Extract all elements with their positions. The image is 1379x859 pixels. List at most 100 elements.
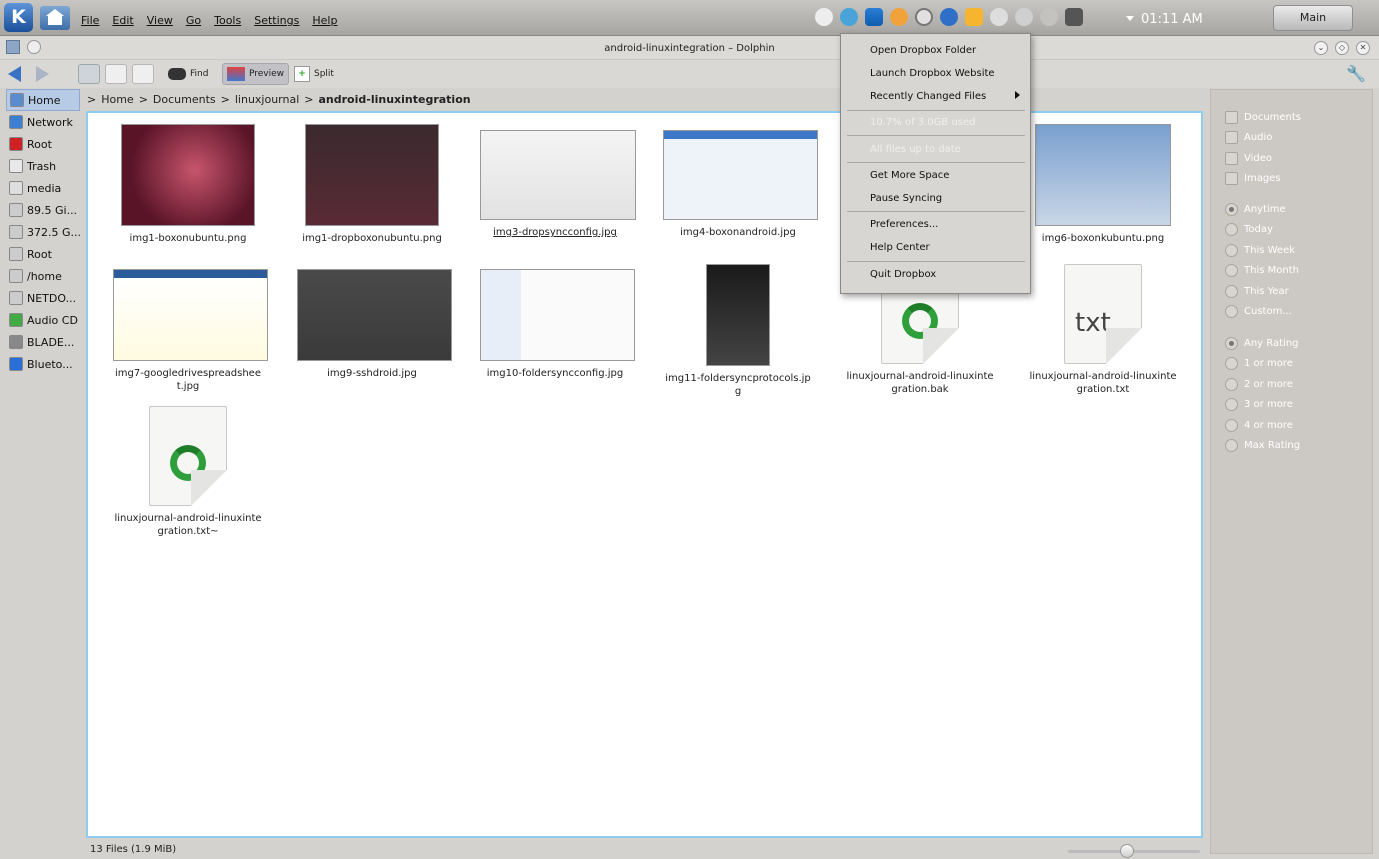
radio-button[interactable] xyxy=(1225,357,1238,371)
find-button[interactable]: Find xyxy=(168,63,208,85)
update-icon[interactable] xyxy=(840,8,858,26)
filter-1-or-more[interactable]: 1 or more xyxy=(1225,354,1365,375)
details-view-button[interactable] xyxy=(105,64,127,84)
place-item-2[interactable]: Root xyxy=(6,133,80,155)
crumb-current[interactable]: android-linuxintegration xyxy=(319,93,471,106)
window-menu-icon[interactable] xyxy=(6,40,20,54)
menu-view[interactable]: View xyxy=(147,14,173,27)
place-item-11[interactable]: BLADE... xyxy=(6,331,80,353)
columns-view-button[interactable] xyxy=(132,64,154,84)
menu-go[interactable]: Go xyxy=(186,14,201,27)
menu-item-recently-changed-files[interactable]: Recently Changed Files xyxy=(870,91,986,102)
info-icon[interactable] xyxy=(815,8,833,26)
place-item-5[interactable]: 89.5 Gi... xyxy=(6,199,80,221)
place-item-6[interactable]: 372.5 G... xyxy=(6,221,80,243)
place-item-7[interactable]: Root xyxy=(6,243,80,265)
filter-video[interactable]: Video xyxy=(1225,148,1365,169)
clipboard-icon[interactable] xyxy=(965,8,983,26)
place-item-0[interactable]: Home xyxy=(6,89,80,111)
radio-button[interactable] xyxy=(1225,336,1238,350)
filter-any-rating[interactable]: Any Rating xyxy=(1225,333,1365,354)
file-item[interactable]: img1-dropboxonubuntu.png xyxy=(297,124,447,245)
radio-button[interactable] xyxy=(1225,264,1238,278)
all-desktops-button[interactable] xyxy=(27,40,41,54)
maximize-button[interactable]: ◇ xyxy=(1335,41,1349,55)
place-item-10[interactable]: Audio CD xyxy=(6,309,80,331)
filter-3-or-more[interactable]: 3 or more xyxy=(1225,395,1365,416)
battery-icon[interactable] xyxy=(1065,8,1083,26)
filter-documents[interactable]: Documents xyxy=(1225,107,1365,128)
volume-icon[interactable] xyxy=(1040,8,1058,26)
filter-custom-[interactable]: Custom... xyxy=(1225,302,1365,323)
radio-button[interactable] xyxy=(1225,223,1238,237)
file-item[interactable]: img11-foldersyncprotocols.jpg xyxy=(663,264,813,398)
place-item-3[interactable]: Trash xyxy=(6,155,80,177)
filter-max-rating[interactable]: Max Rating xyxy=(1225,436,1365,457)
file-item[interactable]: linuxjournal-android-linuxintegration.tx… xyxy=(113,406,263,538)
file-item[interactable]: img7-googledrivespreadsheet.jpg xyxy=(113,264,268,393)
radio-button[interactable] xyxy=(1225,202,1238,216)
icons-view-button[interactable] xyxy=(78,64,100,84)
radio-button[interactable] xyxy=(1225,398,1238,412)
place-item-9[interactable]: NETDO... xyxy=(6,287,80,309)
close-button[interactable]: ✕ xyxy=(1356,41,1370,55)
crumb-home[interactable]: Home xyxy=(101,93,133,106)
split-button[interactable]: + Split xyxy=(294,63,334,85)
menu-item-preferences[interactable]: Preferences... xyxy=(870,219,938,230)
menu-tools[interactable]: Tools xyxy=(214,14,241,27)
radio-button[interactable] xyxy=(1225,243,1238,257)
menu-edit[interactable]: Edit xyxy=(112,14,133,27)
moon-icon[interactable] xyxy=(890,8,908,26)
menu-file[interactable]: File xyxy=(81,14,99,27)
place-item-4[interactable]: media xyxy=(6,177,80,199)
place-item-12[interactable]: Blueto... xyxy=(6,353,80,375)
file-item[interactable]: img1-boxonubuntu.png xyxy=(113,124,263,245)
radio-button[interactable] xyxy=(1225,305,1238,319)
filter-audio[interactable]: Audio xyxy=(1225,128,1365,149)
minimize-button[interactable]: ⌄ xyxy=(1314,41,1328,55)
home-folder-button[interactable] xyxy=(40,6,70,30)
gear-icon[interactable] xyxy=(915,8,933,26)
zoom-slider-handle[interactable] xyxy=(1120,844,1134,858)
zoom-slider-track[interactable] xyxy=(1068,850,1200,853)
radio-button[interactable] xyxy=(1225,439,1238,453)
filter-4-or-more[interactable]: 4 or more xyxy=(1225,415,1365,436)
menu-item-get-more-space[interactable]: Get More Space xyxy=(870,170,949,181)
menu-item-help-center[interactable]: Help Center xyxy=(870,242,930,253)
kde-launcher-button[interactable]: K xyxy=(4,3,33,32)
checkbox[interactable] xyxy=(1225,110,1238,124)
menu-item-quit-dropbox[interactable]: Quit Dropbox xyxy=(870,269,936,280)
checkbox[interactable] xyxy=(1225,131,1238,145)
menu-item-pause-syncing[interactable]: Pause Syncing xyxy=(870,193,942,204)
crumb-linuxjournal[interactable]: linuxjournal xyxy=(235,93,299,106)
dropbox-icon[interactable] xyxy=(865,8,883,26)
menu-item-launch-dropbox-website[interactable]: Launch Dropbox Website xyxy=(870,68,995,79)
file-view[interactable]: img1-boxonubuntu.png img1-dropboxonubuntu… xyxy=(86,111,1203,838)
filter-this-year[interactable]: This Year xyxy=(1225,281,1365,302)
scissors-icon[interactable] xyxy=(990,8,1008,26)
file-item[interactable]: img10-foldersyncconfig.jpg xyxy=(480,264,635,380)
file-item[interactable]: img3-dropsyncconfig.jpg xyxy=(480,124,636,239)
window-titlebar[interactable]: android-linuxintegration – Dolphin ⌄ ◇ ✕ xyxy=(0,36,1379,60)
filter-2-or-more[interactable]: 2 or more xyxy=(1225,374,1365,395)
crumb-documents[interactable]: Documents xyxy=(153,93,216,106)
wrench-icon[interactable]: 🔧 xyxy=(1346,64,1366,83)
filter-this-month[interactable]: This Month xyxy=(1225,261,1365,282)
filter-images[interactable]: Images xyxy=(1225,169,1365,190)
radio-button[interactable] xyxy=(1225,418,1238,432)
clock[interactable]: 01:11 AM xyxy=(1141,12,1203,27)
tray-expand-icon[interactable] xyxy=(1126,16,1134,21)
radio-button[interactable] xyxy=(1225,284,1238,298)
menu-settings[interactable]: Settings xyxy=(254,14,299,27)
checkbox[interactable] xyxy=(1225,172,1238,186)
usb-icon[interactable] xyxy=(1015,8,1033,26)
network-icon[interactable] xyxy=(940,8,958,26)
radio-button[interactable] xyxy=(1225,377,1238,391)
filter-anytime[interactable]: Anytime xyxy=(1225,199,1365,220)
forward-arrow-icon[interactable] xyxy=(36,66,49,82)
file-item[interactable]: img6-boxonkubuntu.png xyxy=(1028,124,1178,245)
file-item[interactable]: txt linuxjournal-android-linuxintegration… xyxy=(1028,264,1178,396)
file-item[interactable]: img9-sshdroid.jpg xyxy=(297,264,452,380)
filter-this-week[interactable]: This Week xyxy=(1225,240,1365,261)
place-item-8[interactable]: /home xyxy=(6,265,80,287)
